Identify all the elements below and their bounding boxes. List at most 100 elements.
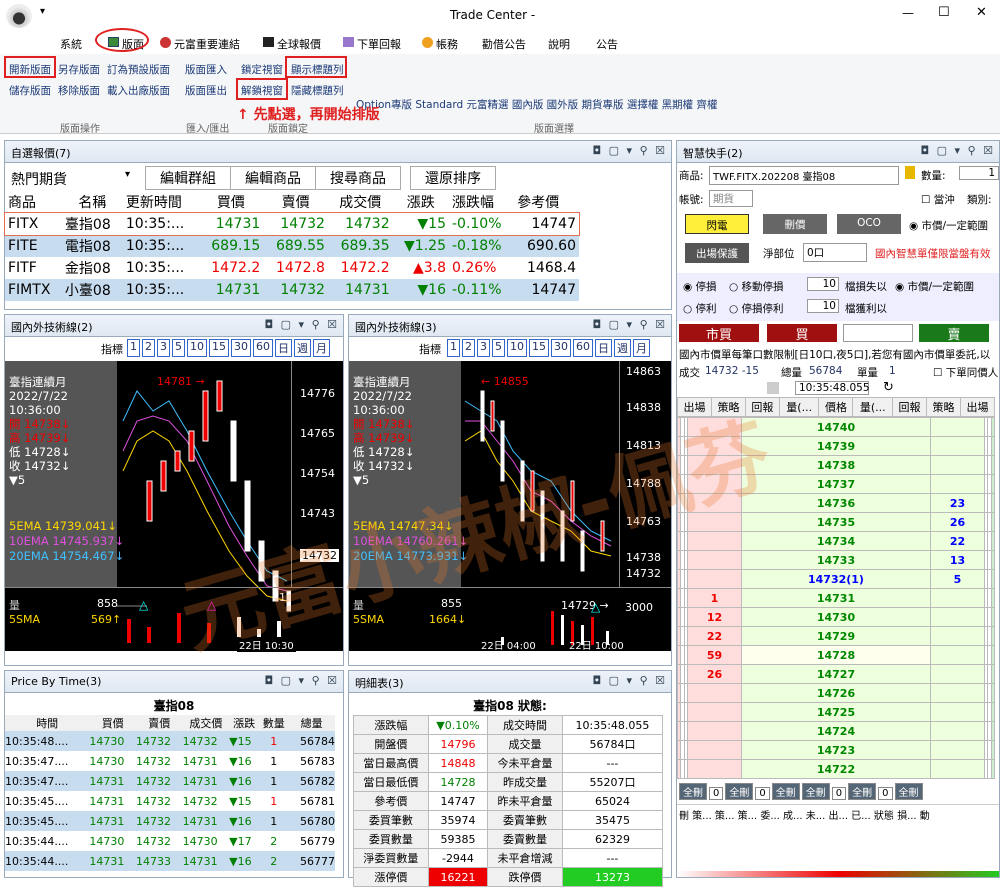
ladder-row[interactable]: 14736 23 [677, 493, 996, 513]
ladder-rows[interactable]: 14740 14739 14738 14737 14736 23 14735 26 14734 2… [677, 417, 996, 779]
same-price-checkbox[interactable]: ☐ 下單同價人 [933, 365, 998, 380]
ladder-row[interactable]: 14726 [677, 683, 996, 703]
ladder-footer-button[interactable]: 全刪 [771, 783, 800, 800]
remove-layout-button[interactable]: 移除版面 [58, 83, 100, 98]
quick-access-icon[interactable]: ▾ [40, 6, 45, 17]
set-default-layout-button[interactable]: 訂為預設版面 [107, 62, 170, 77]
import-layout-button[interactable]: 版面匯入 [185, 62, 227, 77]
oco-button[interactable]: OCO [837, 214, 901, 234]
tab-links[interactable]: 元富重要連結 [160, 36, 240, 52]
quote-row[interactable]: FIMTX 小臺08 10:35:... 14731 14732 14731 ▼16 -0.1… [5, 279, 579, 301]
ladder-row[interactable]: 26 14727 [677, 664, 996, 684]
quote-row[interactable]: FITE 電指08 10:35:... 689.15 689.55 689.35 ▼1.25… [5, 235, 579, 257]
tab-system[interactable]: 系統 [60, 36, 82, 52]
restore-order-button[interactable]: 還原排序 [410, 166, 496, 190]
market-range-radio[interactable]: ◉ 市價/一定範圍 [909, 218, 988, 233]
ladder-row[interactable]: 14735 26 [677, 512, 996, 532]
tick-profit-input[interactable]: 10 [807, 299, 839, 313]
tab-help[interactable]: 說明 [548, 36, 570, 52]
qty-input[interactable]: 1 [959, 166, 999, 180]
cancel-price-button[interactable]: 刪價 [763, 214, 827, 234]
ladder-footer-button[interactable]: 全刪 [848, 783, 877, 800]
quote-row[interactable]: FITF 金指08 10:35:... 1472.2 1472.8 1472.2 ▲3.8 0… [5, 257, 579, 279]
price-input[interactable] [843, 324, 913, 342]
save-layout-button[interactable]: 儲存版面 [9, 83, 51, 98]
account-select[interactable]: 期貨 [709, 190, 753, 207]
product-select[interactable]: TWF.FITX.202208 臺指08 [709, 166, 899, 185]
candlestick-chart[interactable]: 臺指連續月 2022/7/22 10:36:00 開 14738↓ 高 14739↓ 低 … [5, 361, 343, 652]
tab-announce[interactable]: 公告 [596, 36, 618, 52]
ladder-row[interactable]: 14738 [677, 455, 996, 475]
ladder-footer-button[interactable]: 0 [831, 787, 847, 800]
ladder-footer-button[interactable]: 全刪 [894, 783, 923, 800]
panel-controls-icon[interactable]: ◘ ▢ ▾ ⚲ ☒ [920, 144, 995, 157]
table-row[interactable]: 10:35:45.... 14731 14732 14731 ▼16 1 56780 [5, 811, 335, 831]
close-button[interactable]: ✕ [976, 5, 987, 20]
ladder-footer-button[interactable]: 全刪 [679, 783, 707, 800]
tab-notice[interactable]: 勸借公告 [482, 36, 526, 52]
table-row[interactable]: 10:35:47.... 14731 14732 14731 ▼16 1 56782 [5, 771, 335, 791]
sell-button[interactable]: 賣 [919, 324, 989, 343]
panel-controls-icon[interactable]: ◘ ▢ ▾ ⚲ ☒ [592, 144, 667, 157]
panel-controls-icon[interactable]: ◘ ▢ ▾ ⚲ ☒ [264, 674, 339, 687]
take-profit-radio[interactable]: ○ 停利 [683, 301, 717, 316]
ladder-row[interactable]: 12 14730 [677, 607, 996, 627]
tab-global-quote[interactable]: 全球報價 [263, 36, 321, 52]
buy-button[interactable]: 買 [767, 324, 837, 343]
candlestick-chart[interactable]: 臺指連續月 2022/7/22 10:36:00 開 14738↓ 高 14739↓ 低 … [349, 361, 671, 652]
chevron-down-icon[interactable]: ▾ [125, 169, 130, 180]
ladder-row[interactable]: 14734 22 [677, 531, 996, 551]
period-buttons[interactable]: 1 2 3 5 10 15 30 60 日週月 [127, 339, 330, 357]
ladder-footer-button[interactable]: 全刪 [725, 783, 754, 800]
table-row[interactable]: 10:35:45.... 14731 14732 14732 ▼15 1 56781 [5, 791, 335, 811]
maximize-button[interactable]: ☐ [938, 5, 950, 20]
ladder-row[interactable]: 14737 [677, 474, 996, 494]
ladder-footer-button[interactable]: 0 [709, 787, 724, 800]
market-buy-button[interactable]: 市買 [679, 324, 759, 343]
table-row[interactable]: 10:35:44.... 14730 14732 14730 ▼17 2 56779 [5, 831, 335, 851]
tick-loss-input[interactable]: 10 [807, 277, 839, 291]
table-row[interactable]: 10:35:47.... 14730 14732 14731 ▼16 1 56783 [5, 751, 335, 771]
group-select[interactable]: 熱門期貨 [11, 169, 67, 189]
save-as-layout-button[interactable]: 另存版面 [58, 62, 100, 77]
ladder-row[interactable]: 59 14728 [677, 645, 996, 665]
ladder-row[interactable]: 14740 [677, 417, 996, 437]
move-stop-radio[interactable]: ○ 移動停損 [729, 279, 784, 294]
panel-controls-icon[interactable]: ◘ ▢ ▾ ⚲ ☒ [592, 318, 667, 331]
stop-loss-radio[interactable]: ◉ 停損 [683, 279, 717, 294]
mkt-radio[interactable]: ◉ 市價/一定範圍 [895, 279, 974, 294]
hide-titlebar-button[interactable]: 隱藏標題列 [291, 83, 344, 98]
ladder-row[interactable]: 22 14729 [677, 626, 996, 646]
load-factory-layout-button[interactable]: 載入出廠版面 [107, 83, 170, 98]
ladder-row[interactable]: 14733 13 [677, 550, 996, 570]
ladder-row[interactable]: 14724 [677, 721, 996, 741]
exit-protect-button[interactable]: 出場保護 [685, 243, 749, 263]
table-row[interactable]: 10:35:48.... 14730 14732 14732 ▼15 1 56784 [5, 731, 335, 751]
layout-selection-list[interactable]: Option專版 Standard 元富精選 國內版 國外版 期貨專版 選擇權 … [356, 97, 718, 112]
minimize-button[interactable]: — [902, 6, 914, 20]
ladder-footer-button[interactable]: 0 [755, 787, 770, 800]
period-buttons[interactable]: 1 2 3 5 10 15 30 60 日週月 [447, 339, 650, 357]
ladder-row[interactable]: 14732(1) 5 [677, 569, 996, 589]
export-layout-button[interactable]: 版面匯出 [185, 83, 227, 98]
search-product-button[interactable]: 搜尋商品 [315, 166, 401, 190]
panel-controls-icon[interactable]: ◘ ▢ ▾ ⚲ ☒ [264, 318, 339, 331]
lock-icon[interactable] [767, 382, 779, 394]
ladder-row[interactable]: 14723 [677, 740, 996, 760]
edit-group-button[interactable]: 編輯群組 [145, 166, 231, 190]
move-tp-radio[interactable]: ○ 停損停利 [729, 301, 784, 316]
edit-product-button[interactable]: 編輯商品 [230, 166, 316, 190]
lock-window-button[interactable]: 鎖定視窗 [241, 62, 283, 77]
daytrade-checkbox[interactable]: ☐ 當沖 [921, 192, 955, 207]
ladder-row[interactable]: 14725 [677, 702, 996, 722]
tab-order-report[interactable]: 下單回報 [343, 36, 401, 52]
ladder-row[interactable]: 14722 [677, 759, 996, 779]
tab-account[interactable]: 帳務 [422, 36, 458, 52]
panel-controls-icon[interactable]: ◘ ▢ ▾ ⚲ ☒ [592, 674, 667, 687]
ladder-footer-button[interactable]: 全刪 [801, 783, 830, 800]
ladder-row[interactable]: 14739 [677, 436, 996, 456]
refresh-icon[interactable]: ↻ [883, 380, 894, 395]
ladder-footer-buttons[interactable]: 全刪 0 全刪 0 全刪 全刪 0 全刪 0 全刪 [677, 779, 999, 804]
ladder-row[interactable]: 1 14731 [677, 588, 996, 608]
ladder-footer-button[interactable]: 0 [878, 787, 893, 800]
